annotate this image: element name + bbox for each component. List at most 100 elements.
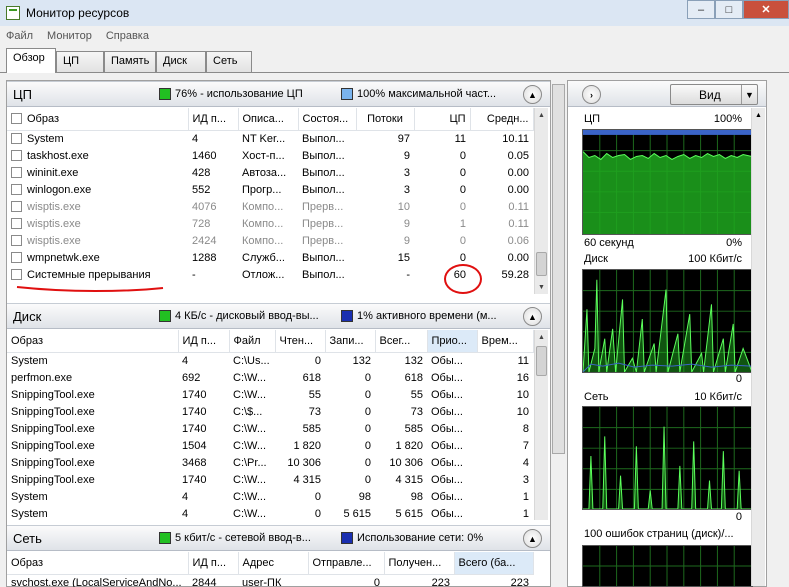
tab-memory[interactable]: Память [104, 51, 156, 72]
disk-graph-title: Диск [584, 253, 608, 265]
cpu-process-row[interactable]: System 4 NT Ker... Выпол... 97 11 10.11 [7, 130, 533, 147]
main-scroll-thumb[interactable] [552, 84, 565, 454]
select-all-checkbox[interactable] [11, 113, 22, 125]
cpu-scroll-thumb[interactable] [536, 252, 547, 276]
disk-col-file[interactable]: Файл [229, 330, 276, 353]
disk-activity-row[interactable]: SnippingTool.exe 3468 C:\Pr... 10 306 0 10 30… [7, 454, 533, 471]
main-scrollbar[interactable] [551, 80, 567, 587]
disk-activity-row[interactable]: SnippingTool.exe 1740 C:\W... 55 0 55 Обы... 10 [7, 386, 533, 403]
disk-col-time[interactable]: Врем... [477, 330, 534, 353]
cpu-process-row[interactable]: winlogon.exe 552 Прогр... Выпол... 3 0 0.00 [7, 181, 533, 198]
process-checkbox[interactable] [11, 167, 22, 179]
network-col-sent[interactable]: Отправле... [308, 552, 385, 575]
network-activity-row-total: 223 [510, 576, 529, 587]
cpu-process-row-avg: 0.00 [507, 251, 529, 264]
disk-col-total[interactable]: Всег... [375, 330, 428, 353]
tab-overview[interactable]: Обзор [6, 48, 56, 73]
cpu-col-description[interactable]: Описа... [238, 108, 299, 131]
disk-activity-row[interactable]: System 4 C:\W... 0 98 98 Обы... 1 [7, 488, 533, 505]
view-dropdown[interactable]: Вид ▼ [670, 84, 758, 105]
menu-help[interactable]: Справка [106, 30, 149, 42]
cpu-process-row[interactable]: wisptis.exe 728 Компо... Прерв... 9 1 0.11 [7, 215, 533, 232]
cpu-process-row-desc: Компо... [242, 217, 284, 230]
network-activity-row[interactable]: svchost.exe (LocalServiceAndNo... 2844 use… [7, 574, 533, 587]
process-checkbox[interactable] [11, 235, 22, 247]
tab-network[interactable]: Сеть [206, 51, 252, 72]
disk-activity-row-read: 0 [314, 354, 321, 367]
network-col-received[interactable]: Получен... [384, 552, 455, 575]
tab-disk[interactable]: Диск [156, 51, 206, 72]
disk-activity-row-total: 132 [404, 354, 423, 367]
disk-section-header[interactable]: Диск 4 КБ/с - дисковый ввод-вы... 1% акт… [7, 303, 550, 329]
network-col-image[interactable]: Образ [7, 552, 189, 575]
process-checkbox[interactable] [11, 252, 22, 264]
cpu-process-row-state: Прерв... [302, 217, 344, 230]
red-circle-annotation [444, 264, 482, 294]
scroll-down-icon[interactable]: ▼ [535, 280, 548, 294]
disk-col-pid[interactable]: ИД п... [178, 330, 230, 353]
cpu-process-row[interactable]: wmpnetwk.exe 1288 Служб... Выпол... 15 0 0.00 [7, 249, 533, 266]
network-section-header[interactable]: Сеть 5 кбит/с - сетевой ввод-в... Исполь… [7, 525, 550, 551]
disk-activity-row[interactable]: System 4 C:\W... 0 5 615 5 615 Обы... 1 [7, 505, 533, 522]
scroll-up-icon[interactable]: ▲ [535, 108, 548, 122]
cpu-collapse-icon[interactable]: ▲ [523, 85, 542, 104]
close-button[interactable]: ✕ [743, 0, 789, 19]
network-collapse-icon[interactable]: ▲ [523, 529, 542, 548]
minimize-button[interactable]: – [687, 0, 715, 19]
cpu-col-state[interactable]: Состоя... [298, 108, 357, 131]
disk-scroll-thumb[interactable] [536, 346, 547, 376]
process-checkbox[interactable] [11, 218, 22, 230]
network-col-pid[interactable]: ИД п... [188, 552, 239, 575]
graphs-scrollbar[interactable]: ▲ [751, 108, 765, 586]
disk-activity-row-write: 0 [364, 371, 371, 384]
cpu-section-header[interactable]: ЦП 76% - использование ЦП 100% максималь… [7, 81, 550, 107]
disk-activity-row[interactable]: perfmon.exe 692 C:\W... 618 0 618 Обы... 16 [7, 369, 533, 386]
disk-activity-row[interactable]: SnippingTool.exe 1740 C:\$... 73 0 73 Обы... 10 [7, 403, 533, 420]
cpu-col-pid[interactable]: ИД п... [188, 108, 239, 131]
disk-activity-row-time: 1 [522, 490, 529, 503]
disk-col-priority[interactable]: Прио... [427, 330, 478, 353]
cpu-process-row[interactable]: wininit.exe 428 Автоза... Выпол... 3 0 0.00 [7, 164, 533, 181]
cpu-col-cpu[interactable]: ЦП [414, 108, 471, 131]
disk-activity-row[interactable]: SnippingTool.exe 1740 C:\W... 4 315 0 4 315 Об… [7, 471, 533, 488]
menu-file[interactable]: Файл [6, 30, 33, 42]
cpu-col-threads[interactable]: Потоки [356, 108, 415, 131]
cpu-col-image[interactable]: Образ [7, 108, 189, 131]
cpu-process-row[interactable]: taskhost.exe 1460 Хост-п... Выпол... 9 0 0.05 [7, 147, 533, 164]
cpu-process-row-avg: 0.00 [507, 183, 529, 196]
disk-table-scrollbar[interactable]: ▲ [534, 330, 548, 520]
cpu-process-row[interactable]: wisptis.exe 2424 Компо... Прерв... 9 0 0.06 [7, 232, 533, 249]
cpu-col-average[interactable]: Средн... [470, 108, 534, 131]
cpu-process-row[interactable]: wisptis.exe 4076 Компо... Прерв... 10 0 0.11 [7, 198, 533, 215]
disk-activity-row-pid: 1740 [182, 473, 207, 486]
network-col-address[interactable]: Адрес [238, 552, 309, 575]
network-table-header: Образ ИД п... Адрес Отправле... Получен.… [7, 552, 534, 575]
process-checkbox[interactable] [11, 269, 22, 281]
disk-activity-row-read: 618 [302, 371, 321, 384]
process-checkbox[interactable] [11, 150, 22, 162]
process-checkbox[interactable] [11, 184, 22, 196]
chevron-right-icon[interactable]: › [582, 85, 601, 104]
network-io-legend-icon [159, 532, 171, 545]
scroll-up-icon[interactable]: ▲ [535, 330, 548, 344]
menu-monitor[interactable]: Монитор [47, 30, 92, 42]
cpu-process-row-threads: 10 [397, 200, 410, 213]
disk-col-image[interactable]: Образ [7, 330, 179, 353]
scroll-up-icon[interactable]: ▲ [752, 108, 765, 122]
disk-activity-row[interactable]: SnippingTool.exe 1504 C:\W... 1 820 0 1 820 Об… [7, 437, 533, 454]
process-checkbox[interactable] [11, 201, 22, 213]
cpu-process-row-cpu: 0 [459, 200, 466, 213]
cpu-table-scrollbar[interactable]: ▲ ▼ [534, 108, 548, 294]
disk-col-write[interactable]: Запи... [325, 330, 376, 353]
process-checkbox[interactable] [11, 133, 22, 145]
cpu-process-row-threads: 9 [403, 217, 410, 230]
disk-collapse-icon[interactable]: ▲ [523, 307, 542, 326]
cpu-process-row-avg: 10.11 [502, 132, 529, 145]
maximize-button[interactable]: □ [715, 0, 743, 19]
cpu-process-row-desc: Отлож... [242, 268, 285, 281]
disk-activity-row[interactable]: SnippingTool.exe 1740 C:\W... 585 0 585 Обы...… [7, 420, 533, 437]
disk-col-read[interactable]: Чтен... [275, 330, 326, 353]
disk-activity-row[interactable]: System 4 C:\Us... 0 132 132 Обы... 11 [7, 352, 533, 369]
network-col-total[interactable]: Всего (ба... [454, 552, 534, 575]
tab-cpu[interactable]: ЦП [56, 51, 104, 72]
